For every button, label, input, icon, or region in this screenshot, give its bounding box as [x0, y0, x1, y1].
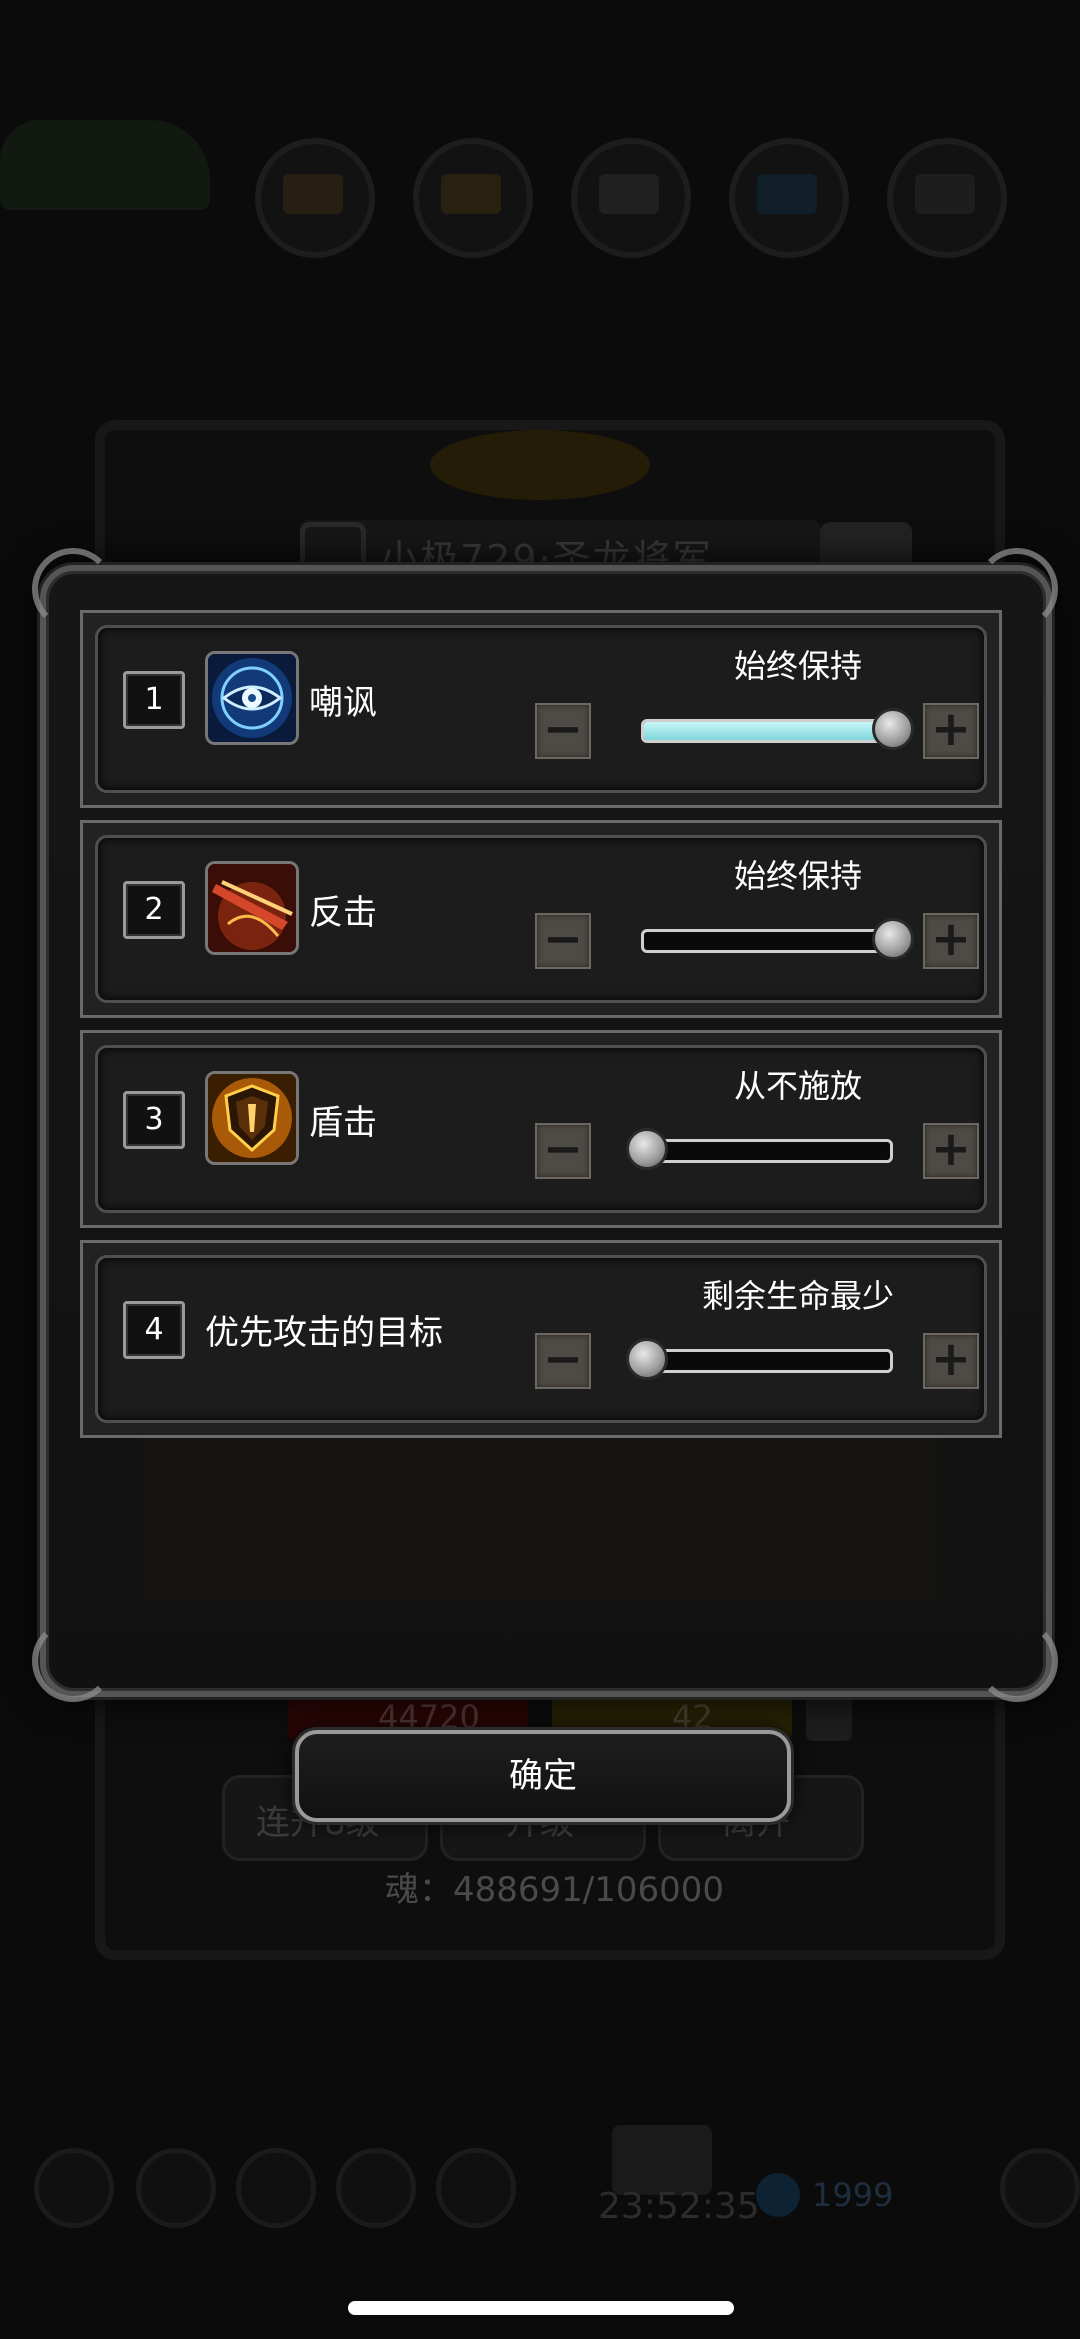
- slider-fill: [644, 722, 890, 740]
- panel-empty-area: [140, 1430, 940, 1600]
- mode-label: 剩余生命最少: [701, 1277, 894, 1315]
- slider-handle[interactable]: [872, 918, 914, 960]
- decrease-button[interactable]: −: [535, 1123, 591, 1179]
- skill-name: 嘲讽: [309, 683, 377, 723]
- slider-handle[interactable]: [872, 708, 914, 750]
- priority-number: 3: [123, 1091, 185, 1149]
- chest-icon: [612, 2125, 712, 2195]
- skill-row-3: 3 盾击 从不施放 − +: [80, 1030, 1002, 1228]
- skill-row-1: 1 嘲讽 始终保持 − +: [80, 610, 1002, 808]
- clock: 23:52:35: [598, 2186, 760, 2227]
- palm-icon: [0, 120, 210, 210]
- increase-button[interactable]: +: [923, 703, 979, 759]
- add-energy-icon: [806, 1695, 852, 1741]
- emblem: [430, 430, 650, 500]
- slider-handle[interactable]: [626, 1338, 668, 1380]
- corner-ornament-br: [976, 1620, 1058, 1702]
- mode-label: 始终保持: [733, 647, 862, 685]
- mode-slider[interactable]: [626, 1128, 893, 1170]
- slash-icon: [205, 861, 299, 955]
- nav-icon-1: [34, 2148, 114, 2228]
- mode-slider[interactable]: [641, 918, 914, 960]
- shield-icon: [205, 1071, 299, 1165]
- nav-icon-5: [436, 2148, 516, 2228]
- increase-button[interactable]: +: [923, 913, 979, 969]
- skill-row-2: 2 反击 始终保持 − +: [80, 820, 1002, 1018]
- eye-icon: [205, 651, 299, 745]
- home-indicator[interactable]: [348, 2301, 734, 2315]
- increase-button[interactable]: +: [923, 1123, 979, 1179]
- wings-icon: [887, 138, 1007, 258]
- confirm-button[interactable]: 确定: [295, 1730, 791, 1822]
- gem-count: 1999: [812, 2176, 894, 2214]
- priority-number: 4: [123, 1301, 185, 1359]
- priority-number: 1: [123, 671, 185, 729]
- soul-counter: 魂：488691/106000: [385, 1870, 725, 1910]
- scroll-icon: [413, 138, 533, 258]
- nav-icon-4: [336, 2148, 416, 2228]
- nav-icon-2: [136, 2148, 216, 2228]
- crystal-icon: [729, 138, 849, 258]
- decrease-button[interactable]: −: [535, 703, 591, 759]
- skill-name: 反击: [309, 893, 377, 933]
- mode-label: 始终保持: [733, 857, 862, 895]
- nav-icon-3: [236, 2148, 316, 2228]
- increase-button[interactable]: +: [923, 1333, 979, 1389]
- decrease-button[interactable]: −: [535, 913, 591, 969]
- target-priority-label: 优先攻击的目标: [205, 1313, 443, 1353]
- corner-ornament-bl: [32, 1620, 114, 1702]
- mode-label: 从不施放: [733, 1067, 862, 1105]
- map-icon: [255, 138, 375, 258]
- anvil-icon: [571, 138, 691, 258]
- gem-icon: [756, 2173, 800, 2217]
- skill-name: 盾击: [309, 1103, 377, 1143]
- add-icon: [1000, 2148, 1080, 2228]
- mode-slider[interactable]: [641, 708, 914, 750]
- priority-number: 2: [123, 881, 185, 939]
- skill-row-4: 4 优先攻击的目标 剩余生命最少 − +: [80, 1240, 1002, 1438]
- slider-handle[interactable]: [626, 1128, 668, 1170]
- decrease-button[interactable]: −: [535, 1333, 591, 1389]
- mode-slider[interactable]: [626, 1338, 893, 1380]
